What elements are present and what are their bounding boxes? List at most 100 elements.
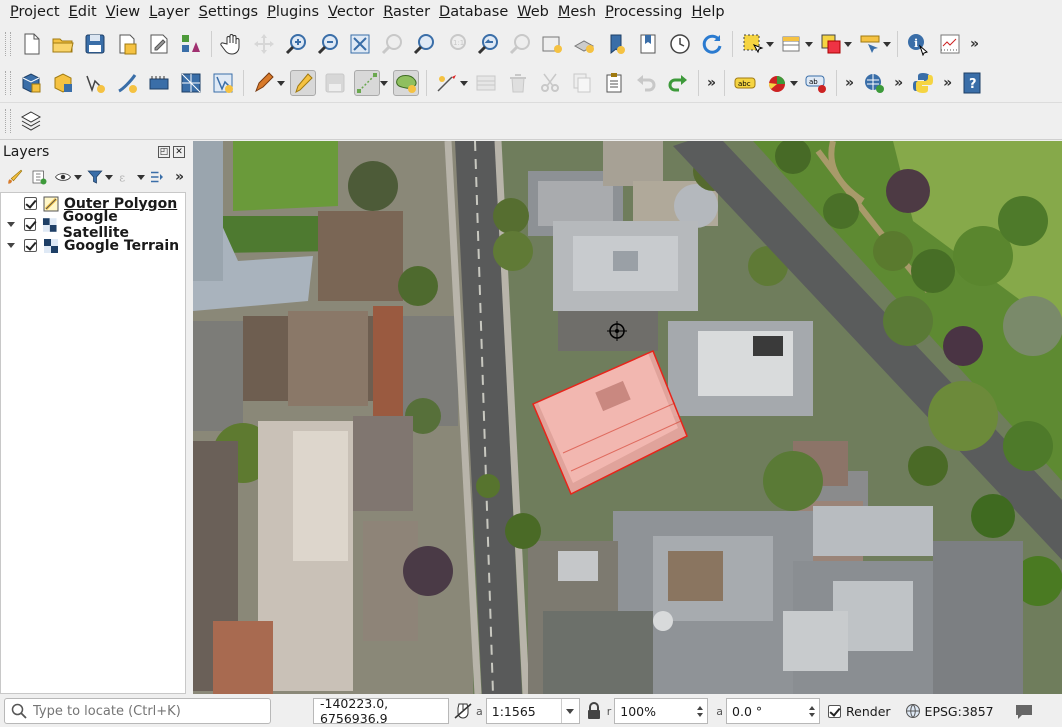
copy-features-icon[interactable] [569,70,595,96]
zoom-last-icon[interactable] [475,31,501,57]
delete-selected-icon[interactable] [505,70,531,96]
label-tool-icon[interactable]: abc [732,70,758,96]
spin-arrows-icon[interactable] [693,699,707,723]
toolbar-overflow-icon[interactable]: » [943,75,952,91]
new-spatialite-icon[interactable] [114,70,140,96]
menu-mesh[interactable]: Mesh [556,0,603,24]
visibility-dropdown[interactable] [74,164,82,190]
toolbar-overflow-icon[interactable]: » [894,75,903,91]
help-contents-icon[interactable]: ? [959,70,985,96]
digitize-dropdown[interactable] [380,70,388,96]
modify-attributes-icon[interactable] [473,70,499,96]
menu-view[interactable]: View [104,0,147,24]
menu-project[interactable]: Project [8,0,67,24]
current-edits-icon[interactable] [251,70,277,96]
menu-vector[interactable]: Vector [326,0,381,24]
identify-features-icon[interactable]: i [905,31,931,57]
select-features-icon[interactable] [740,31,766,57]
scale-combobox[interactable]: 1:1565 [485,698,580,724]
locator-bar[interactable] [4,698,271,724]
messages-icon[interactable] [1014,702,1034,720]
vertex-tool-dropdown[interactable] [460,70,468,96]
menu-database[interactable]: Database [437,0,515,24]
open-project-icon[interactable] [50,31,76,57]
measure-icon[interactable] [937,31,963,57]
show-bookmarks-icon[interactable] [635,31,661,57]
digitize-line-icon[interactable] [354,70,380,96]
toolbar-grip[interactable] [5,71,11,95]
new-map-view-icon[interactable] [539,31,565,57]
new-3d-view-icon[interactable] [571,31,597,57]
toolbar-overflow-icon[interactable]: » [970,36,979,52]
layer-row-google-terrain[interactable]: Google Terrain [1,235,185,256]
python-console-icon[interactable] [910,70,936,96]
menu-web[interactable]: Web [515,0,556,24]
new-bookmark-icon[interactable] [603,31,629,57]
zoom-in-icon[interactable] [283,31,309,57]
metasearch-icon[interactable] [861,70,887,96]
save-project-icon[interactable] [82,31,108,57]
current-edits-dropdown[interactable] [277,70,285,96]
menu-layer[interactable]: Layer [147,0,196,24]
zoom-full-icon[interactable] [347,31,373,57]
pan-to-selection-icon[interactable] [251,31,277,57]
render-toggle[interactable]: Render [828,704,891,719]
deselect-dropdown[interactable] [844,31,852,57]
print-layout-icon[interactable] [146,31,172,57]
toggle-extents-mouse-icon[interactable] [453,701,473,721]
rotation-spinbox[interactable]: 0.0 ° [726,698,821,724]
new-shapefile-icon[interactable] [82,70,108,96]
layer-row-google-satellite[interactable]: Google Satellite [1,209,185,241]
layer-visibility-checkbox[interactable] [24,197,37,210]
filter-expression-icon[interactable]: ε [115,166,136,188]
coordinate-field[interactable]: -140223.0, 6756936.9 [313,696,449,726]
map-canvas[interactable] [193,141,1062,694]
toolbar-grip[interactable] [5,109,11,133]
menu-edit[interactable]: Edit [67,0,104,24]
zoom-next-icon[interactable] [507,31,533,57]
refresh-icon[interactable] [699,31,725,57]
panel-toolbar-overflow-icon[interactable]: » [175,169,184,185]
select-features-dropdown[interactable] [766,31,774,57]
toggle-editing-icon[interactable] [290,70,316,96]
new-virtual-layer-icon[interactable] [146,70,172,96]
zoom-native-icon[interactable]: 1:1 [443,31,469,57]
menu-plugins[interactable]: Plugins [265,0,326,24]
pan-hand-icon[interactable] [219,31,245,57]
deselect-all-icon[interactable] [818,31,844,57]
expression-dropdown[interactable] [137,164,145,190]
undo-icon[interactable] [633,70,659,96]
zoom-to-layer-icon[interactable] [411,31,437,57]
save-edits-icon[interactable] [322,70,348,96]
expand-arrow-icon[interactable] [4,214,18,235]
new-geopackage-icon[interactable] [50,70,76,96]
lock-scale-icon[interactable] [584,701,604,721]
spin-arrows-icon[interactable] [805,699,819,723]
expand-all-icon[interactable] [147,166,168,188]
field-calculator-dropdown[interactable] [883,31,891,57]
render-checkbox[interactable] [828,704,842,718]
temporal-controller-icon[interactable] [667,31,693,57]
chevron-down-icon[interactable] [560,699,579,723]
add-group-icon[interactable] [28,166,49,188]
filter-dropdown[interactable] [105,164,113,190]
redo-icon[interactable] [665,70,691,96]
attribute-table-icon[interactable] [779,31,805,57]
menu-processing[interactable]: Processing [603,0,689,24]
save-as-icon[interactable] [114,31,140,57]
toolbar-grip[interactable] [5,32,11,56]
field-calculator-icon[interactable] [857,31,883,57]
diagram-options-icon[interactable] [764,70,790,96]
magnifier-spinbox[interactable]: 100% [614,698,709,724]
paste-features-icon[interactable] [601,70,627,96]
crs-button[interactable]: EPSG:3857 [905,703,994,719]
data-source-manager-icon[interactable] [18,70,44,96]
style-manager-icon[interactable] [178,31,204,57]
layer-visibility-checkbox[interactable] [24,239,37,252]
new-project-icon[interactable] [18,31,44,57]
pin-labels-icon[interactable]: ab [803,70,829,96]
visibility-eye-icon[interactable] [53,166,74,188]
filter-legend-icon[interactable] [84,166,105,188]
new-mesh-layer-icon[interactable] [178,70,204,96]
zoom-out-icon[interactable] [315,31,341,57]
